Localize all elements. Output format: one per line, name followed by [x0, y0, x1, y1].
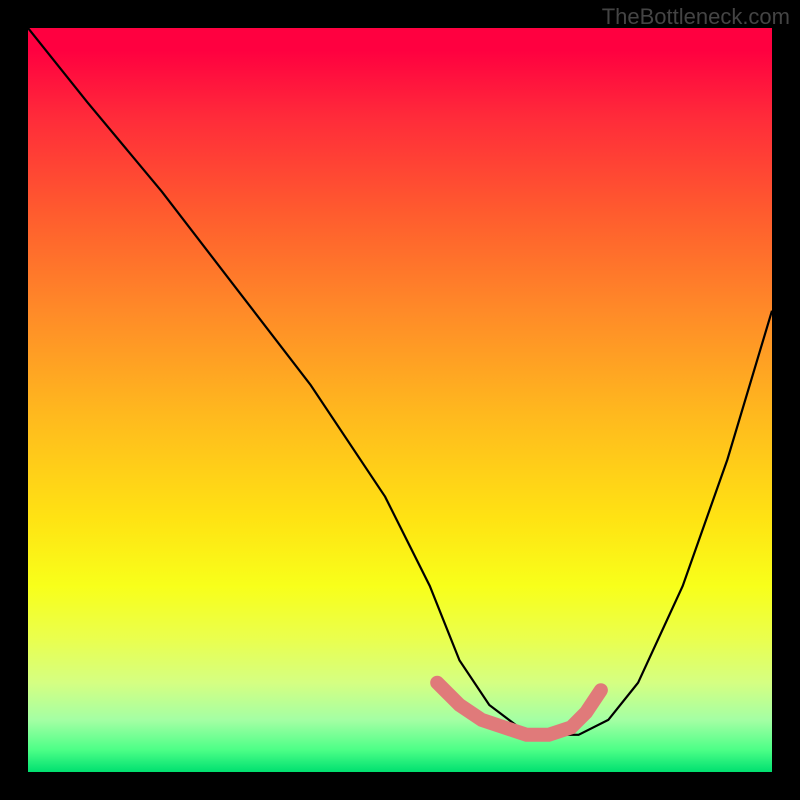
bottleneck-chart	[28, 28, 772, 772]
watermark-text: TheBottleneck.com	[602, 4, 790, 30]
optimal-band	[437, 683, 601, 735]
curve-line	[28, 28, 772, 735]
chart-overlay	[28, 28, 772, 772]
